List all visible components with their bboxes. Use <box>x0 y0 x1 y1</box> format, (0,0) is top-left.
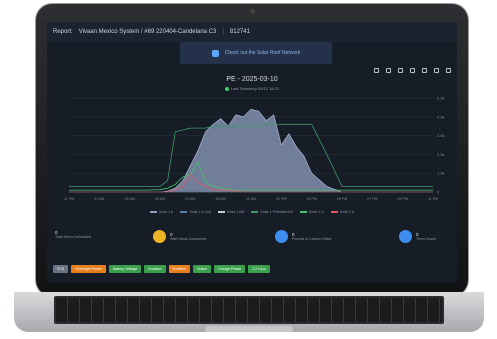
leaf-icon <box>275 230 288 243</box>
calendar-icon[interactable] <box>434 68 439 73</box>
legend-swatch <box>330 211 338 214</box>
bolt-icon <box>153 230 166 243</box>
stat-carbon-offset: 0 Pounds of Carbon Offset <box>275 230 332 243</box>
info-banner[interactable]: Check out the Solar Roof Network <box>180 42 332 64</box>
telemetry-text: Last Telemetry 03/12 18:21 <box>230 86 280 91</box>
status-pill[interactable]: 1.2 Hour <box>248 265 270 273</box>
power-chart[interactable]: 0 1.0k 2.0k 3.0k 4.0k 5.0k 11 PM 01 AM 03 AM 05 A… <box>61 94 457 206</box>
status-pill[interactable]: Enabled <box>144 265 166 273</box>
legend-label: Solar 1 kW <box>226 210 245 214</box>
status-dot-icon <box>224 86 229 91</box>
report-header: Report: Vivaan Mexico System / #69 22040… <box>47 22 457 42</box>
status-pill[interactable]: Overnight Power <box>71 265 106 273</box>
y-tick-label: 2.0k <box>437 152 445 157</box>
x-tick-label: 07 AM <box>185 197 195 201</box>
stat-label: Watt Hours Consumed <box>170 237 207 241</box>
legend-item[interactable]: Solar 1 A Volt <box>180 210 211 214</box>
trend-icon[interactable] <box>398 68 403 73</box>
x-tick-label: 03 PM <box>306 197 316 201</box>
legend-item[interactable]: Solar 2 V <box>299 210 324 214</box>
stat-hours-generated: 0 Total Hours Generated <box>55 230 91 239</box>
legend-swatch <box>299 211 307 214</box>
legend-item[interactable]: Solar 1 Potential kW <box>251 210 293 214</box>
x-tick-label: 09 PM <box>397 197 407 201</box>
x-tick-label: 07 PM <box>367 197 377 201</box>
legend-label: Solar 2 A <box>339 210 355 214</box>
legend-swatch <box>251 211 259 214</box>
status-pill[interactable]: SYS <box>53 265 69 273</box>
x-tick-label: 05 AM <box>155 197 165 201</box>
network-icon <box>211 49 219 57</box>
stat-label: Trees Saved <box>416 237 437 241</box>
legend-label: Solar 1 A Volt <box>189 210 211 214</box>
tree-icon <box>399 230 412 243</box>
x-tick-label: 11 AM <box>246 197 256 201</box>
banner-text: Check out the Solar Roof Network <box>224 50 301 56</box>
y-tick-label: 5.0k <box>437 96 445 101</box>
stat-label: Pounds of Carbon Offset <box>292 237 332 241</box>
series-area-solar-1-a <box>69 108 433 193</box>
system-name[interactable]: Vivaan Mexico System / #69 220404-Candel… <box>79 29 217 35</box>
legend-swatch <box>149 211 157 214</box>
chart-toolbar <box>374 68 451 73</box>
legend-item[interactable]: Solar 2 A <box>330 210 355 214</box>
y-tick-label: 4.0k <box>437 114 445 119</box>
status-pill[interactable]: Battery Voltage <box>108 265 142 273</box>
report-label: Report: <box>53 29 73 35</box>
chart-legend: Solar 1 A Solar 1 A Volt Solar 1 kW Solar 1… <box>47 210 457 214</box>
x-tick-label: 01 PM <box>276 197 286 201</box>
status-bar: SYS Overnight Power Battery Voltage Enabled… <box>53 265 270 273</box>
y-tick-label: 0 <box>437 190 440 195</box>
legend-swatch <box>217 211 225 214</box>
x-tick-label: 09 AM <box>216 197 226 201</box>
keyboard <box>54 296 444 324</box>
legend-item[interactable]: Solar 1 A <box>149 210 174 214</box>
x-tick-label: 01 AM <box>94 197 104 201</box>
prev-day-icon[interactable] <box>422 68 427 73</box>
chart-title: PE - 2025-03-10 <box>226 76 278 83</box>
divider: | <box>222 29 224 35</box>
camera-icon <box>250 9 255 14</box>
system-id: 812741 <box>229 29 250 35</box>
refresh-icon[interactable] <box>374 68 379 73</box>
y-tick-label: 1.0k <box>437 171 445 176</box>
legend-label: Solar 2 V <box>308 210 324 214</box>
y-tick-label: 3.0k <box>437 133 445 138</box>
next-day-icon[interactable] <box>446 68 451 73</box>
legend-label: Solar 1 Potential kW <box>260 210 293 214</box>
laptop-mockup: Report: Vivaan Mexico System / #69 22040… <box>0 0 497 339</box>
legend-item[interactable]: Solar 1 kW <box>217 210 245 214</box>
status-pill[interactable]: Charge Phase <box>214 265 246 273</box>
x-tick-label: 11 PM <box>64 197 74 201</box>
x-tick-label: 05 PM <box>337 197 347 201</box>
trackpad <box>205 326 293 332</box>
stat-trees-saved: 0 Trees Saved <box>399 230 436 243</box>
stat-watt-hours: 0 Watt Hours Consumed <box>153 230 206 243</box>
x-tick-label: 03 AM <box>125 197 135 201</box>
dashboard-screen: Report: Vivaan Mexico System / #69 22040… <box>47 22 457 282</box>
legend-label: Solar 1 A <box>158 210 174 214</box>
edit-icon[interactable] <box>386 68 391 73</box>
x-tick-label: 11 PM <box>428 197 438 201</box>
stat-label: Total Hours Generated <box>55 235 92 239</box>
status-pill[interactable]: Enabled <box>168 265 190 273</box>
chart-subtitle: Last Telemetry 03/12 18:21 <box>47 86 457 91</box>
status-pill[interactable]: Online <box>192 265 212 273</box>
export-icon[interactable] <box>410 68 415 73</box>
legend-swatch <box>180 211 188 214</box>
